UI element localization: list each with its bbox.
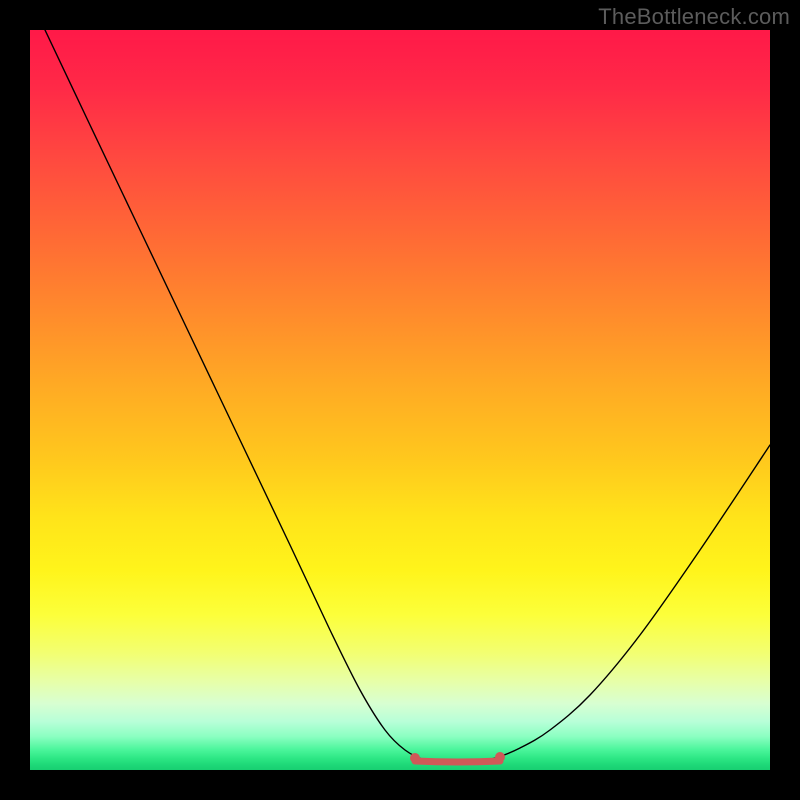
curve-svg bbox=[30, 30, 770, 770]
watermark-text: TheBottleneck.com bbox=[598, 4, 790, 30]
plot-area bbox=[30, 30, 770, 770]
chart-stage: TheBottleneck.com bbox=[0, 0, 800, 800]
bottleneck-curve-line bbox=[45, 30, 770, 762]
flat-bottom-segment bbox=[415, 761, 500, 762]
left-end-dot bbox=[410, 753, 420, 763]
right-end-dot bbox=[495, 752, 505, 762]
